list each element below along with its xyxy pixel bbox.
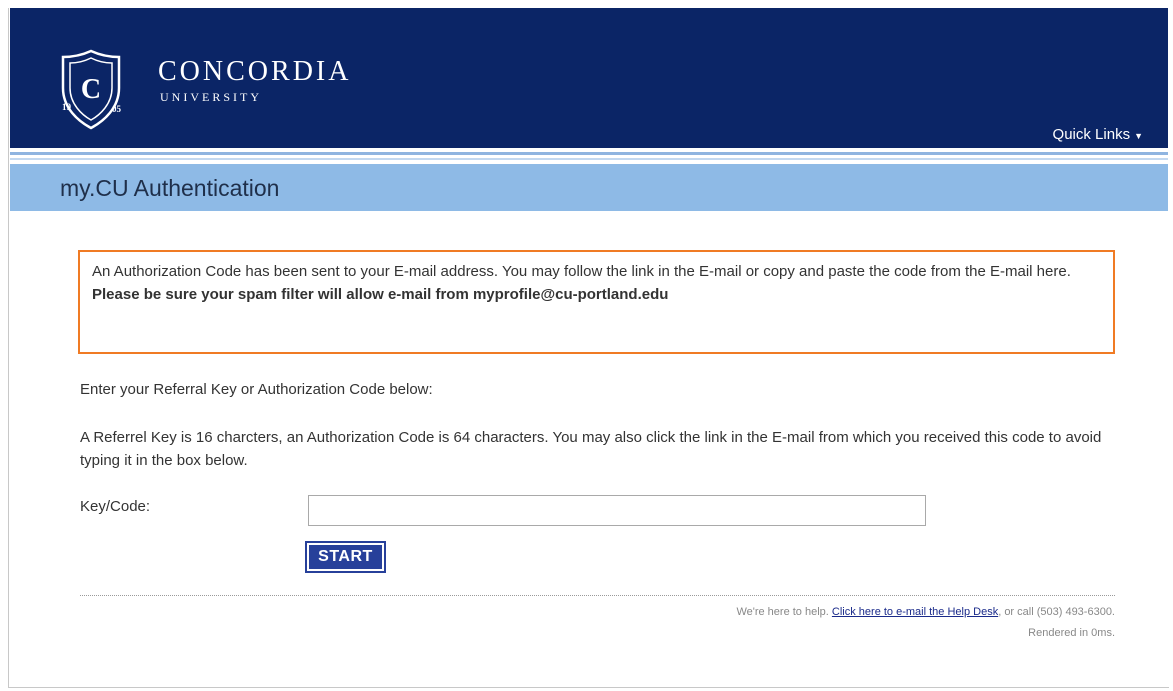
header-stripe [10,158,1168,160]
logo-year-left: 19 [62,102,71,112]
logo-subtitle: UNIVERSITY [160,90,262,104]
footer-divider [80,595,1115,596]
quick-links-menu[interactable]: Quick Links ▼ [1053,126,1143,143]
quick-links-label: Quick Links [1052,126,1131,143]
instruction-detail: A Referrel Key is 16 charcters, an Autho… [80,429,1102,469]
authorization-notice: An Authorization Code has been sent to y… [78,250,1115,354]
key-code-input[interactable] [308,495,926,526]
caret-down-icon: ▼ [1134,131,1143,141]
help-line: We're here to help. Click here to e-mail… [736,602,1115,623]
instruction-prompt: Enter your Referral Key or Authorization… [80,381,433,398]
shield-letter: C [81,74,101,105]
help-desk-link[interactable]: Click here to e-mail the Help Desk [832,606,998,618]
page-footer: We're here to help. Click here to e-mail… [736,602,1115,644]
logo-name: CONCORDIA [158,56,352,87]
page-title: my.CU Authentication [60,175,280,201]
concordia-logo[interactable]: C 19 05 CONCORDIA UNIVERSITY [60,48,410,138]
site-header: C 19 05 CONCORDIA UNIVERSITY Quick Links… [10,8,1168,148]
logo-year-right: 05 [112,104,121,114]
title-bar: my.CU Authentication [10,164,1168,211]
key-code-label: Key/Code: [80,498,151,515]
shield-icon: C [61,49,121,130]
notice-warning: Please be sure your spam filter will all… [92,286,669,303]
help-prefix: We're here to help. [736,606,829,618]
notice-message: An Authorization Code has been sent to y… [92,263,1071,280]
help-suffix: , or call (503) 493-6300. [998,606,1115,618]
start-button[interactable]: START [305,541,386,573]
render-time: Rendered in 0ms. [1028,627,1115,639]
